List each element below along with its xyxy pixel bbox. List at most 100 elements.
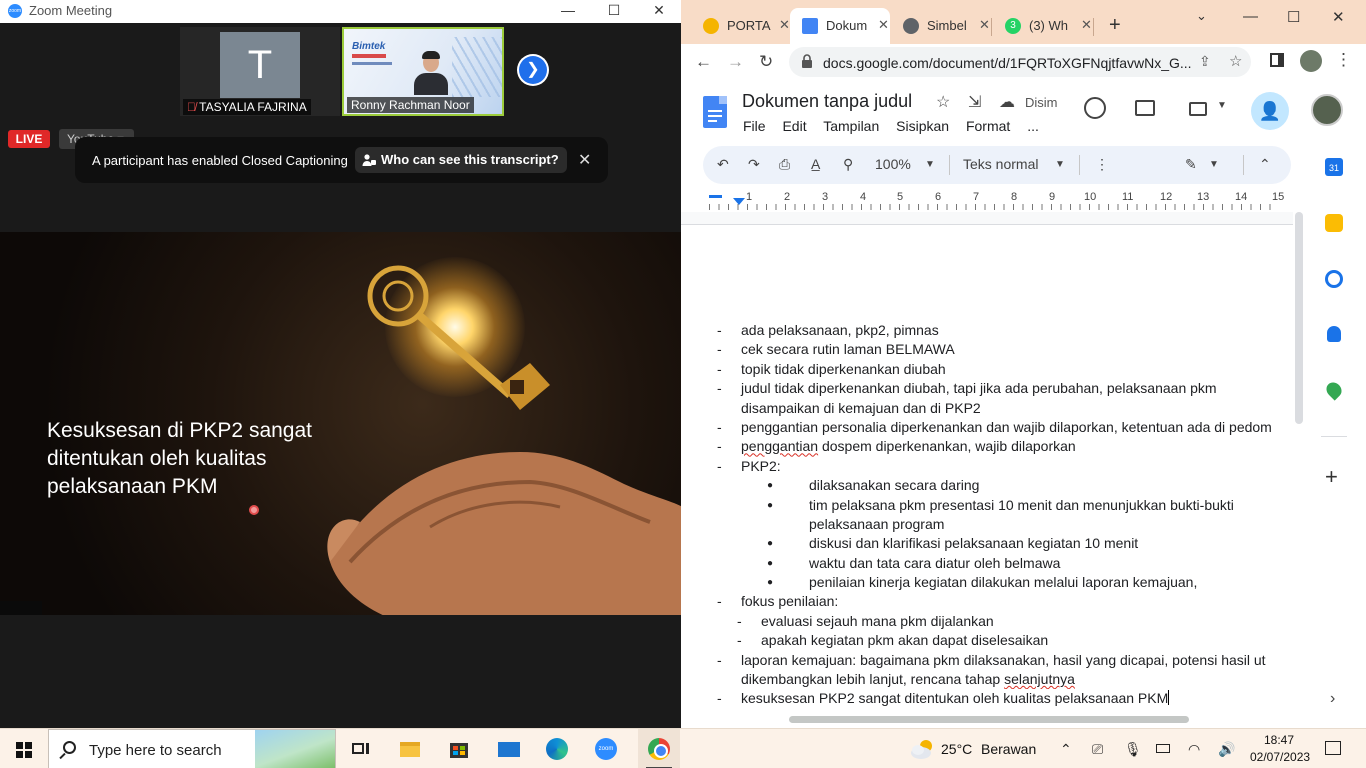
forward-icon[interactable]: →	[727, 52, 744, 72]
close-tab-icon[interactable]: ✕	[878, 17, 889, 33]
menu-insert[interactable]: Sisipkan	[896, 118, 949, 134]
keep-icon[interactable]	[1325, 214, 1343, 232]
document-line[interactable]: dikembangkan lebih lanjut, rencana tahap…	[717, 670, 1293, 689]
close-icon[interactable]: ✕	[636, 0, 681, 23]
share-button[interactable]: 👤	[1251, 92, 1289, 130]
taskbar-search-box[interactable]: Type here to search	[48, 729, 336, 768]
add-addon-icon[interactable]: +	[1325, 464, 1338, 490]
more-vert-icon[interactable]: ⋮	[1335, 50, 1352, 70]
menu-format[interactable]: Format	[966, 118, 1010, 134]
notification-icon[interactable]	[1325, 741, 1341, 755]
print-icon[interactable]: ⎙	[779, 156, 790, 173]
chevron-down-icon[interactable]: ▼	[1209, 159, 1219, 170]
weather-temperature[interactable]: 25°C	[941, 741, 972, 757]
contacts-icon[interactable]	[1327, 326, 1341, 342]
document-line[interactable]: ● dilaksanakan secara daring	[717, 476, 1293, 495]
document-line[interactable]: - kesuksesan PKP2 sangat ditentukan oleh …	[717, 689, 1293, 708]
document-line-text[interactable]: penggantian personalia diperkenankan dan…	[741, 418, 1272, 437]
document-line-text[interactable]: dikembangkan lebih lanjut, rencana tahap…	[741, 670, 1075, 689]
account-avatar[interactable]	[1311, 94, 1343, 126]
document-line[interactable]: ● waktu dan tata cara diatur oleh belmawa	[717, 554, 1293, 573]
share-page-icon[interactable]: ⇪	[1199, 53, 1211, 70]
version-history-icon[interactable]	[1084, 97, 1106, 119]
document-line[interactable]: - fokus penilaian:	[717, 592, 1293, 611]
redo-icon[interactable]: ↷	[748, 156, 760, 173]
document-line-text[interactable]: evaluasi sejauh mana pkm dijalankan	[761, 612, 994, 631]
next-page-button[interactable]: ❯	[517, 54, 549, 86]
chevron-down-icon[interactable]: ▼	[925, 159, 935, 170]
document-line-text[interactable]: fokus penilaian:	[741, 592, 838, 611]
chevron-up-icon[interactable]: ⌃	[1060, 741, 1072, 758]
zoom-taskbar-icon[interactable]: zoom	[595, 738, 617, 760]
document-line[interactable]: ● diskusi dan klarifikasi pelaksanaan keg…	[717, 534, 1293, 553]
more-vert-icon[interactable]: ⋮	[1095, 156, 1109, 173]
microphone-icon[interactable]: 🎙	[1124, 741, 1142, 758]
reload-icon[interactable]: ↻	[759, 52, 773, 72]
battery-icon[interactable]	[1156, 744, 1170, 753]
who-can-see-transcript-button[interactable]: Who can see this transcript?	[355, 147, 567, 173]
document-line-text[interactable]: cek secara rutin laman BELMAWA	[741, 340, 955, 359]
document-line-text[interactable]: judul tidak diperkenankan diubah, tapi j…	[741, 379, 1217, 398]
tasks-icon[interactable]	[1325, 270, 1343, 288]
chevron-right-icon[interactable]: ›	[1330, 690, 1335, 708]
document-line-text[interactable]: diskusi dan klarifikasi pelaksanaan kegi…	[809, 534, 1138, 553]
windows-start-icon[interactable]	[16, 742, 32, 758]
vertical-scrollbar[interactable]	[1295, 212, 1303, 424]
menu-view[interactable]: Tampilan	[823, 118, 879, 134]
maximize-icon[interactable]: ☐	[1287, 8, 1300, 26]
weather-description[interactable]: Berawan	[981, 741, 1036, 757]
close-tab-icon[interactable]: ✕	[979, 17, 990, 33]
meet-now-icon[interactable]: ⎚	[1092, 741, 1103, 758]
microsoft-store-icon[interactable]	[448, 738, 470, 760]
left-margin-marker[interactable]	[709, 195, 722, 198]
document-line-text[interactable]: tim pelaksana pkm presentasi 10 menit da…	[809, 496, 1234, 515]
document-line[interactable]: ● tim pelaksana pkm presentasi 10 menit d…	[717, 496, 1293, 515]
cloud-saved-icon[interactable]: ☁	[999, 92, 1015, 112]
document-line-text[interactable]: dilaksanakan secara daring	[809, 476, 979, 495]
mail-icon[interactable]	[498, 738, 520, 760]
clock-date[interactable]: 02/07/2023	[1250, 750, 1310, 764]
maps-icon[interactable]	[1323, 379, 1345, 401]
side-panel-icon[interactable]	[1270, 53, 1284, 67]
chrome-taskbar-icon[interactable]	[638, 729, 680, 768]
document-line[interactable]: - laporan kemajuan: bagaimana pkm dilaksa…	[717, 651, 1293, 670]
document-line[interactable]: - judul tidak diperkenankan diubah, tapi …	[717, 379, 1293, 398]
document-line-text[interactable]: penggantian dospem diperkenankan, wajib …	[741, 437, 1076, 456]
volume-icon[interactable]: 🔊	[1218, 741, 1235, 758]
document-line[interactable]: - ada pelaksanaan, pkp2, pimnas	[717, 321, 1293, 340]
tab-portal[interactable]: PORTA ✕	[691, 8, 791, 44]
document-line-text[interactable]: disampaikan di kemajuan dan di PKP2	[741, 399, 981, 418]
collapse-menus-icon[interactable]: ⌃	[1259, 156, 1271, 173]
edge-icon[interactable]	[546, 738, 568, 760]
wifi-icon[interactable]: ◠	[1188, 741, 1200, 758]
document-line-text[interactable]: topik tidak diperkenankan diubah	[741, 360, 946, 379]
menu-file[interactable]: File	[743, 118, 766, 134]
ruler[interactable]: 1 2 3 4 5 6 7 8 9 10 11 12 13 14 15	[681, 190, 1296, 212]
file-explorer-icon[interactable]	[399, 738, 421, 760]
search-highlight-image[interactable]	[255, 730, 335, 768]
document-line-text[interactable]: pelaksanaan program	[809, 515, 944, 534]
undo-icon[interactable]: ↶	[717, 156, 729, 173]
close-tab-icon[interactable]: ✕	[779, 17, 790, 33]
paint-format-icon[interactable]: ⚲	[843, 156, 853, 173]
meet-camera-icon[interactable]	[1189, 102, 1207, 116]
document-line[interactable]: - cek secara rutin laman BELMAWA	[717, 340, 1293, 359]
spellcheck-icon[interactable]: A̲	[811, 156, 820, 172]
bookmark-star-icon[interactable]: ☆	[1229, 52, 1242, 70]
participant-tile-video[interactable]: Bimtek Ronny Rachman Noor	[342, 27, 504, 116]
document-line-text[interactable]: ada pelaksanaan, pkp2, pimnas	[741, 321, 939, 340]
document-line-text[interactable]: apakah kegiatan pkm akan dapat diselesai…	[761, 631, 1048, 650]
document-line[interactable]: disampaikan di kemajuan dan di PKP2	[717, 399, 1293, 418]
close-icon[interactable]: ✕	[578, 150, 591, 170]
new-tab-button[interactable]: +	[1109, 14, 1121, 37]
close-icon[interactable]: ✕	[1332, 8, 1345, 26]
back-icon[interactable]: ←	[695, 52, 712, 72]
editing-mode-pencil-icon[interactable]: ✎	[1185, 156, 1197, 173]
document-line[interactable]: - topik tidak diperkenankan diubah	[717, 360, 1293, 379]
url-text[interactable]: docs.google.com/document/d/1FQRToXGFNqjt…	[823, 55, 1193, 71]
document-line[interactable]: - PKP2:	[717, 457, 1293, 476]
menu-more[interactable]: ...	[1027, 118, 1039, 134]
calendar-icon[interactable]: 31	[1325, 158, 1343, 176]
document-page[interactable]: - ada pelaksanaan, pkp2, pimnas - cek secar…	[681, 224, 1293, 720]
comment-icon[interactable]	[1135, 100, 1155, 116]
